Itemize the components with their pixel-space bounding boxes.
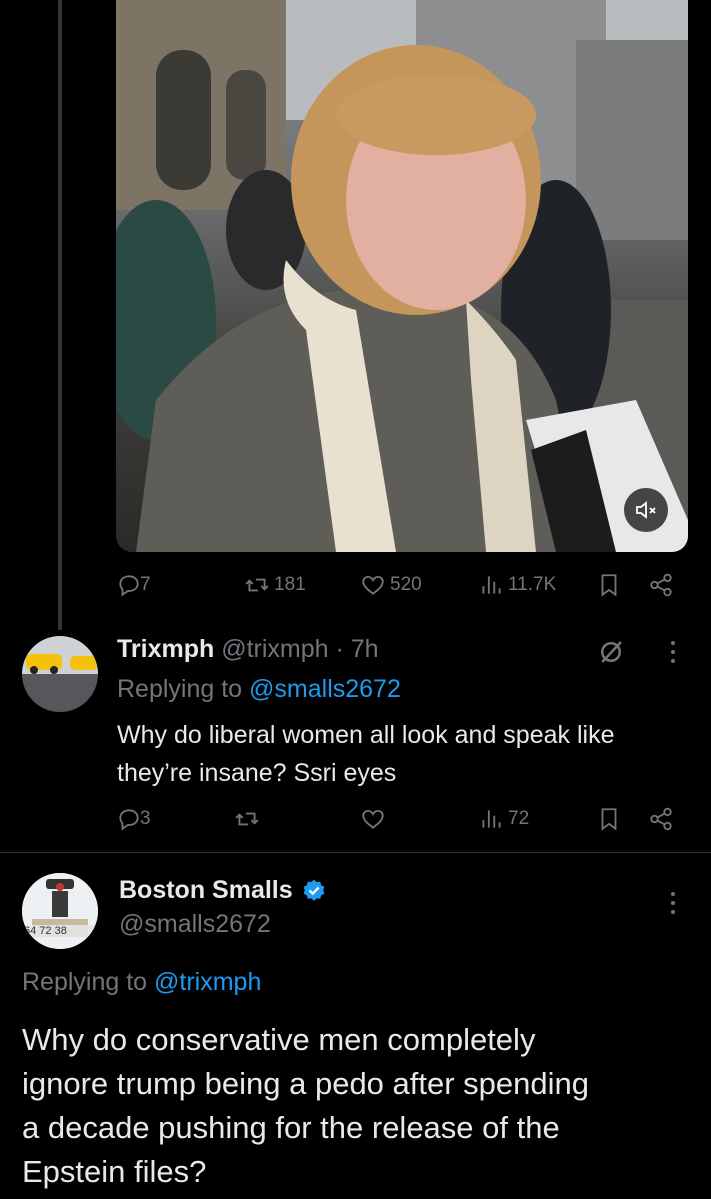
avatar[interactable] <box>22 636 98 712</box>
mute-button[interactable] <box>624 488 668 532</box>
like-icon <box>362 809 384 829</box>
avatar[interactable]: 64 72 38 <box>22 873 98 949</box>
divider <box>0 852 711 853</box>
post-video[interactable] <box>116 0 688 552</box>
like-button[interactable] <box>360 806 386 832</box>
reply1-header: Trixmph @trixmph · 7h <box>117 635 379 664</box>
reply2-text: Why do conservative men completely ignor… <box>22 1018 589 1194</box>
avatar-image <box>22 873 98 949</box>
reply-count: 3 <box>140 808 151 829</box>
video-frame-illustration <box>116 0 688 552</box>
views-button[interactable]: 72 <box>478 806 529 832</box>
more-icon-dot <box>671 659 675 663</box>
grok-icon <box>601 641 622 663</box>
views-button[interactable]: 11.7K <box>478 572 556 598</box>
bookmark-icon <box>601 808 617 831</box>
like-count: 520 <box>390 574 422 595</box>
author-handle[interactable]: @trixmph <box>221 635 328 663</box>
reply-icon <box>119 809 139 831</box>
reply-text-line: they’re insane? Ssri eyes <box>117 759 397 787</box>
mute-icon <box>636 501 656 519</box>
repost-button[interactable] <box>234 806 260 832</box>
reply-text-line: Why do conservative men completely <box>22 1022 536 1057</box>
post-action-bar: 7 181 520 11.7K <box>0 566 711 606</box>
repost-icon <box>245 578 269 592</box>
views-count: 72 <box>508 808 530 829</box>
replying-to-label: Replying to <box>117 675 243 703</box>
reply-button[interactable]: 3 <box>116 806 151 832</box>
reply-text-line: ignore trump being a pedo after spending <box>22 1066 590 1101</box>
reply-button[interactable]: 7 <box>116 572 151 598</box>
like-icon <box>362 575 384 595</box>
reply1-text: Why do liberal women all look and speak … <box>117 716 614 792</box>
post-time[interactable]: · 7h <box>336 635 379 663</box>
more-button[interactable] <box>671 892 677 914</box>
replying-to-label: Replying to <box>22 968 148 996</box>
replying-to-handle[interactable]: @smalls2672 <box>249 675 401 703</box>
verified-icon <box>303 879 325 901</box>
more-icon-dot <box>671 641 675 645</box>
replying-to: Replying to @smalls2672 <box>117 675 401 704</box>
more-icon-dot <box>671 650 675 654</box>
share-icon <box>650 573 672 597</box>
reply2-header: Boston Smalls <box>119 876 327 905</box>
thread-connector-line <box>58 0 62 630</box>
bookmark-button[interactable] <box>596 572 622 598</box>
more-icon-dot <box>671 892 675 896</box>
author-name[interactable]: Trixmph <box>117 635 214 663</box>
avatar-image <box>22 636 98 712</box>
bookmark-button[interactable] <box>596 806 622 832</box>
grok-button[interactable] <box>596 637 626 672</box>
reply-count: 7 <box>140 574 151 595</box>
views-icon <box>482 810 501 828</box>
repost-button[interactable]: 181 <box>244 572 306 598</box>
more-icon-dot <box>671 901 675 905</box>
share-button[interactable] <box>648 806 674 832</box>
reply1-action-bar: 3 72 <box>0 800 711 840</box>
like-button[interactable]: 520 <box>360 572 422 598</box>
replying-to: Replying to @trixmph <box>22 968 261 997</box>
views-count: 11.7K <box>508 574 557 595</box>
reply-text-line: Why do liberal women all look and speak … <box>117 721 615 749</box>
more-icon-dot <box>671 910 675 914</box>
reply-icon <box>119 575 139 597</box>
repost-icon <box>235 812 259 826</box>
reply-text-line: a decade pushing for the release of the <box>22 1110 560 1145</box>
more-button[interactable] <box>671 641 677 663</box>
author-handle[interactable]: @smalls2672 <box>119 910 271 939</box>
replying-to-handle[interactable]: @trixmph <box>154 968 261 996</box>
share-icon <box>650 807 672 831</box>
avatar-caption: 64 72 38 <box>22 925 98 937</box>
repost-count: 181 <box>274 574 306 595</box>
share-button[interactable] <box>648 572 674 598</box>
reply-text-line: Epstein files? <box>22 1154 207 1189</box>
bookmark-icon <box>601 574 617 597</box>
views-icon <box>482 576 501 594</box>
author-name[interactable]: Boston Smalls <box>119 876 293 905</box>
